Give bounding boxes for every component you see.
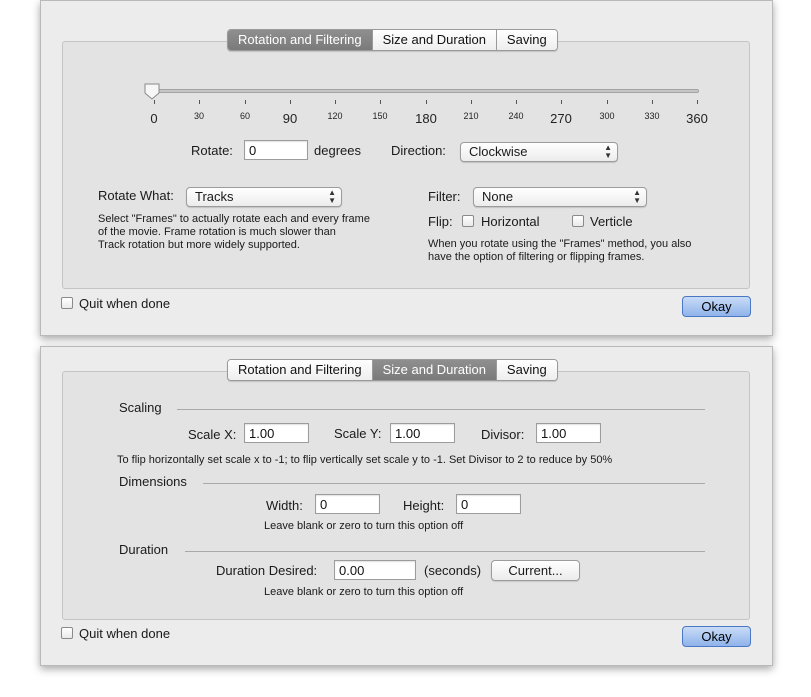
direction-label: Direction:: [391, 143, 446, 158]
filter-label: Filter:: [428, 189, 461, 204]
duration-separator: [185, 551, 705, 552]
height-label: Height:: [403, 498, 445, 513]
scaling-separator: [177, 409, 705, 410]
horizontal-checkbox[interactable]: [462, 215, 474, 227]
width-input[interactable]: 0: [315, 494, 380, 514]
slider-tick: [516, 100, 517, 104]
slider-tick-label: 210: [463, 111, 479, 121]
tab-rotation-and-filtering[interactable]: Rotation and Filtering: [228, 360, 373, 380]
slider-tick: [335, 100, 336, 104]
rotation-filtering-window: 0 30 60 90 120 150 180 210 240 270 300 330 360 Rotat…: [40, 0, 773, 336]
quit-when-done-label: Quit when done: [79, 296, 171, 311]
direction-value: Clockwise: [469, 144, 528, 159]
slider-tick: [290, 100, 291, 104]
flip-label: Flip:: [428, 214, 453, 229]
quit-when-done-label: Quit when done: [79, 626, 171, 641]
popup-arrows-icon: ▲ ▼: [328, 188, 336, 205]
slider-tick-label: 360: [686, 111, 708, 126]
slider-tick: [697, 100, 698, 104]
horizontal-label: Horizontal: [481, 214, 540, 229]
scaling-heading: Scaling: [119, 400, 162, 415]
slider-tick-label: 30: [193, 111, 205, 121]
dimensions-help-text: Leave blank or zero to turn this option …: [264, 520, 464, 532]
scale-y-label: Scale Y:: [334, 426, 382, 441]
slider-tick-label: 90: [282, 111, 298, 126]
scaling-help-text: To flip horizontally set scale x to -1; …: [117, 454, 613, 466]
filter-value: None: [482, 189, 514, 204]
divisor-label: Divisor:: [481, 427, 525, 442]
dimensions-heading: Dimensions: [119, 474, 187, 489]
size-duration-window: Scaling Scale X: 1.00 Scale Y: 1.00 Divi…: [40, 346, 773, 666]
tab-rotation-and-filtering[interactable]: Rotation and Filtering: [228, 30, 373, 50]
slider-tick: [154, 100, 155, 104]
tab-size-and-duration[interactable]: Size and Duration: [372, 30, 497, 50]
quit-when-done-checkbox[interactable]: [61, 297, 73, 309]
current-button[interactable]: Current...: [491, 560, 580, 581]
scale-y-input[interactable]: 1.00: [390, 423, 455, 443]
tab-size-and-duration[interactable]: Size and Duration: [372, 360, 497, 380]
slider-tick: [245, 100, 246, 104]
rotate-what-value: Tracks: [195, 189, 234, 204]
slider-tick-label: 300: [599, 111, 615, 121]
direction-popup[interactable]: Clockwise ▲ ▼: [460, 142, 618, 162]
scale-x-input[interactable]: 1.00: [244, 423, 309, 443]
slider-tick-label: 150: [372, 111, 388, 121]
slider-tick: [426, 100, 427, 104]
rotate-what-help-2: of the movie. Frame rotation is much slo…: [98, 226, 336, 238]
divisor-input[interactable]: 1.00: [536, 423, 601, 443]
slider-tick-label: 120: [327, 111, 343, 121]
rotate-what-label: Rotate What:: [98, 188, 174, 203]
tab-bar: Rotation and Filtering Size and Duration…: [227, 29, 558, 51]
width-label: Width:: [266, 498, 303, 513]
slider-tick: [471, 100, 472, 104]
slider-tick-label: 330: [644, 111, 660, 121]
rotate-what-help-3: Track rotation but more widely supported…: [98, 239, 300, 251]
filter-popup[interactable]: None ▲ ▼: [473, 187, 647, 207]
tab-saving[interactable]: Saving: [496, 360, 557, 380]
slider-tick-label: 270: [550, 111, 572, 126]
dimensions-separator: [203, 483, 705, 484]
slider-tick-label: 0: [150, 111, 158, 126]
height-input[interactable]: 0: [456, 494, 521, 514]
rotate-input[interactable]: 0: [244, 140, 308, 160]
slider-tick-label: 180: [415, 111, 437, 126]
duration-desired-input[interactable]: 0.00: [334, 560, 416, 580]
duration-help-text: Leave blank or zero to turn this option …: [264, 586, 464, 598]
popup-arrows-icon: ▲ ▼: [604, 143, 612, 160]
slider-tick: [607, 100, 608, 104]
okay-button[interactable]: Okay: [682, 296, 751, 317]
degrees-label: degrees: [314, 143, 361, 158]
rotation-slider-knob[interactable]: [144, 83, 160, 100]
filter-help-2: have the option of filtering or flipping…: [428, 251, 645, 263]
tab-saving[interactable]: Saving: [496, 30, 557, 50]
seconds-label: (seconds): [424, 563, 482, 578]
rotate-what-help-1: Select "Frames" to actually rotate each …: [98, 213, 370, 225]
slider-tick-label: 60: [239, 111, 251, 121]
quit-when-done-checkbox[interactable]: [61, 627, 73, 639]
slider-tick: [199, 100, 200, 104]
duration-heading: Duration: [119, 542, 169, 557]
duration-desired-label: Duration Desired:: [216, 563, 318, 578]
verticle-label: Verticle: [590, 214, 633, 229]
slider-tick: [652, 100, 653, 104]
rotation-slider-track[interactable]: [153, 89, 699, 93]
slider-tick-label: 240: [508, 111, 524, 121]
tab-content-panel: Scaling Scale X: 1.00 Scale Y: 1.00 Divi…: [62, 371, 750, 620]
slider-tick: [380, 100, 381, 104]
okay-button[interactable]: Okay: [682, 626, 751, 647]
filter-help-1: When you rotate using the "Frames" metho…: [428, 238, 692, 250]
rotate-what-popup[interactable]: Tracks ▲ ▼: [186, 187, 342, 207]
popup-arrows-icon: ▲ ▼: [633, 188, 641, 205]
verticle-checkbox[interactable]: [572, 215, 584, 227]
tab-content-panel: 0 30 60 90 120 150 180 210 240 270 300 330 360 Rotat…: [62, 41, 750, 289]
tab-bar: Rotation and Filtering Size and Duration…: [227, 359, 558, 381]
rotate-label: Rotate:: [191, 143, 233, 158]
scale-x-label: Scale X:: [188, 427, 237, 442]
slider-tick: [561, 100, 562, 104]
